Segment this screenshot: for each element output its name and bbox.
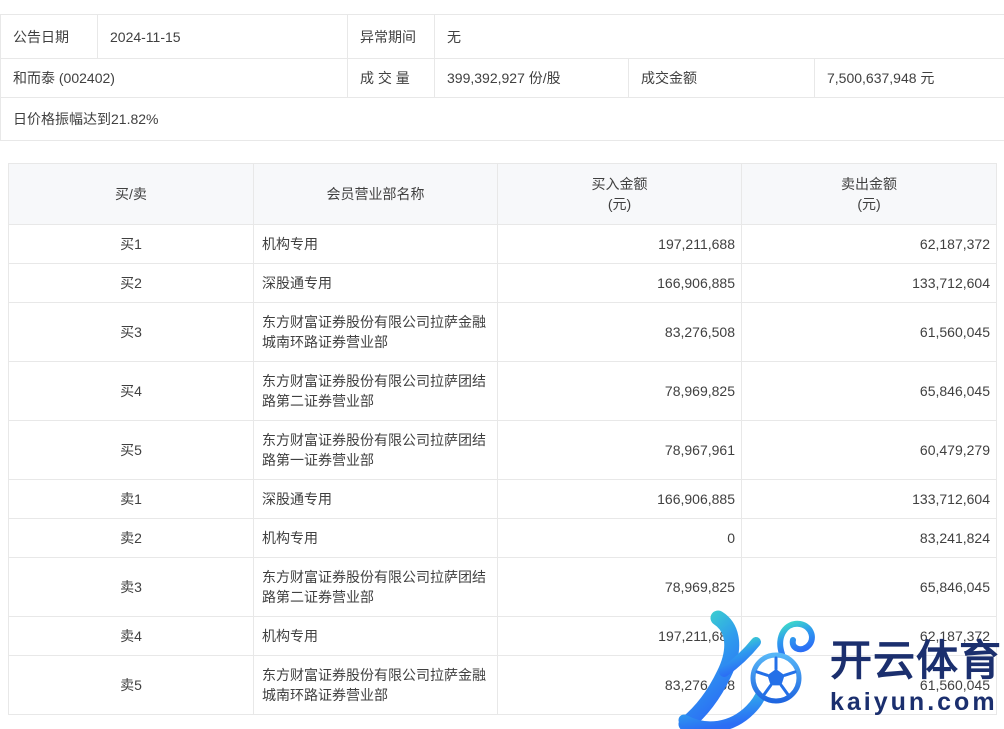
- branch-cell: 东方财富证券股份有限公司拉萨团结路第二证券营业部: [254, 558, 498, 617]
- price-amplitude-note: 日价格振幅达到21.82%: [1, 98, 1004, 141]
- abnormal-period-value: 无: [435, 15, 1004, 59]
- col-header-buy-sell: 买/卖: [9, 164, 254, 225]
- table-row: 卖1深股通专用166,906,885133,712,604: [9, 480, 997, 519]
- volume-value: 399,392,927 份/股: [435, 59, 629, 98]
- sell-amount-cell: 61,560,045: [742, 656, 997, 715]
- buy-amount-cell: 197,211,688: [498, 617, 742, 656]
- info-row-date: 公告日期 2024-11-15 异常期间 无: [1, 15, 1004, 59]
- sell-amount-cell: 60,479,279: [742, 421, 997, 480]
- table-row: 卖3东方财富证券股份有限公司拉萨团结路第二证券营业部78,969,82565,8…: [9, 558, 997, 617]
- sell-amount-cell: 133,712,604: [742, 264, 997, 303]
- col-header-buy-amount: 买入金额 (元): [498, 164, 742, 225]
- buy-amount-cell: 166,906,885: [498, 264, 742, 303]
- branch-cell: 东方财富证券股份有限公司拉萨金融城南环路证券营业部: [254, 303, 498, 362]
- buy-amount-cell: 78,967,961: [498, 421, 742, 480]
- stock-name: 和而泰 (002402): [1, 59, 348, 98]
- buy-amount-cell: 78,969,825: [498, 558, 742, 617]
- table-row: 卖4机构专用197,211,68862,187,372: [9, 617, 997, 656]
- branch-cell: 深股通专用: [254, 480, 498, 519]
- branch-cell: 机构专用: [254, 617, 498, 656]
- table-row: 买5东方财富证券股份有限公司拉萨团结路第一证券营业部78,967,96160,4…: [9, 421, 997, 480]
- sell-amount-cell: 65,846,045: [742, 558, 997, 617]
- turnover-value: 7,500,637,948 元: [815, 59, 1004, 98]
- broker-trade-table: 买/卖 会员营业部名称 买入金额 (元) 卖出金额 (元) 买1机构专用197,…: [8, 163, 997, 715]
- sell-amount-cell: 65,846,045: [742, 362, 997, 421]
- branch-cell: 机构专用: [254, 519, 498, 558]
- buy-amount-title: 买入金额: [498, 174, 741, 194]
- sell-amount-unit: (元): [742, 194, 996, 214]
- buy-amount-cell: 78,969,825: [498, 362, 742, 421]
- table-row: 买3东方财富证券股份有限公司拉萨金融城南环路证券营业部83,276,50861,…: [9, 303, 997, 362]
- col-header-sell-amount: 卖出金额 (元): [742, 164, 997, 225]
- rank-cell: 买3: [9, 303, 254, 362]
- branch-cell: 机构专用: [254, 225, 498, 264]
- rank-cell: 买4: [9, 362, 254, 421]
- table-row: 卖2机构专用083,241,824: [9, 519, 997, 558]
- table-row: 买2深股通专用166,906,885133,712,604: [9, 264, 997, 303]
- branch-cell: 东方财富证券股份有限公司拉萨团结路第一证券营业部: [254, 421, 498, 480]
- rank-cell: 卖4: [9, 617, 254, 656]
- table-row: 买1机构专用197,211,68862,187,372: [9, 225, 997, 264]
- announcement-date-label: 公告日期: [1, 15, 98, 59]
- sell-amount-cell: 61,560,045: [742, 303, 997, 362]
- volume-label: 成 交 量: [348, 59, 435, 98]
- sell-amount-cell: 62,187,372: [742, 225, 997, 264]
- info-row-note: 日价格振幅达到21.82%: [1, 98, 1004, 141]
- turnover-label: 成交金额: [629, 59, 815, 98]
- branch-cell: 深股通专用: [254, 264, 498, 303]
- buy-amount-cell: 83,276,508: [498, 303, 742, 362]
- rank-cell: 买1: [9, 225, 254, 264]
- rank-cell: 买2: [9, 264, 254, 303]
- table-row: 买4东方财富证券股份有限公司拉萨团结路第二证券营业部78,969,82565,8…: [9, 362, 997, 421]
- buy-amount-cell: 0: [498, 519, 742, 558]
- buy-amount-cell: 197,211,688: [498, 225, 742, 264]
- buy-amount-cell: 166,906,885: [498, 480, 742, 519]
- info-row-stock: 和而泰 (002402) 成 交 量 399,392,927 份/股 成交金额 …: [1, 59, 1004, 98]
- sell-amount-cell: 83,241,824: [742, 519, 997, 558]
- abnormal-period-label: 异常期间: [348, 15, 435, 59]
- sell-amount-cell: 133,712,604: [742, 480, 997, 519]
- sell-amount-cell: 62,187,372: [742, 617, 997, 656]
- rank-cell: 卖5: [9, 656, 254, 715]
- branch-cell: 东方财富证券股份有限公司拉萨团结路第二证券营业部: [254, 362, 498, 421]
- table-row: 卖5东方财富证券股份有限公司拉萨金融城南环路证券营业部83,276,50861,…: [9, 656, 997, 715]
- branch-cell: 东方财富证券股份有限公司拉萨金融城南环路证券营业部: [254, 656, 498, 715]
- rank-cell: 买5: [9, 421, 254, 480]
- rank-cell: 卖2: [9, 519, 254, 558]
- col-header-branch: 会员营业部名称: [254, 164, 498, 225]
- buy-amount-cell: 83,276,508: [498, 656, 742, 715]
- buy-amount-unit: (元): [498, 194, 741, 214]
- table-header-row: 买/卖 会员营业部名称 买入金额 (元) 卖出金额 (元): [9, 164, 997, 225]
- announcement-date-value: 2024-11-15: [98, 15, 348, 59]
- stock-info-table: 公告日期 2024-11-15 异常期间 无 和而泰 (002402) 成 交 …: [0, 14, 1004, 141]
- rank-cell: 卖3: [9, 558, 254, 617]
- sell-amount-title: 卖出金额: [742, 174, 996, 194]
- rank-cell: 卖1: [9, 480, 254, 519]
